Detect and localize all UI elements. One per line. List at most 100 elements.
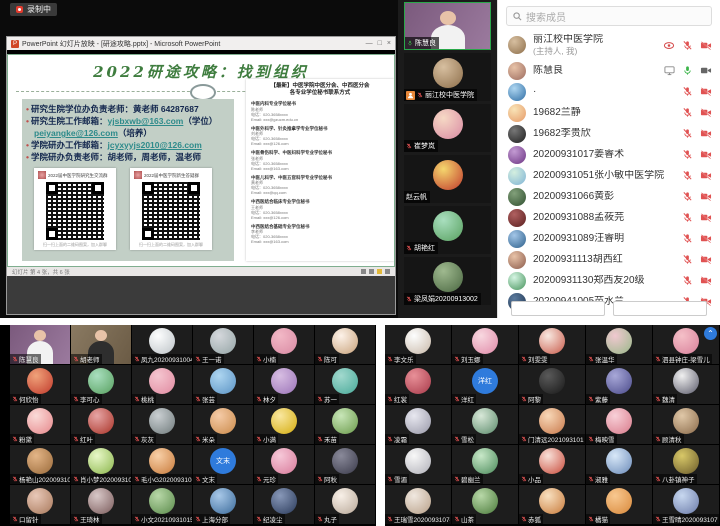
gallery-tile[interactable]: 雪松 <box>452 405 518 444</box>
strip-video-tile[interactable]: 崔梦岚 <box>404 104 491 152</box>
strip-video-tile[interactable]: 梁凤娟20200913002 <box>404 257 491 305</box>
strip-video-tile[interactable]: 赵云帆 <box>404 155 491 203</box>
close-icon[interactable]: × <box>387 40 391 47</box>
participant-row[interactable]: 19682兰静 <box>498 102 720 123</box>
chevron-up-icon[interactable]: ⌃ <box>704 327 717 340</box>
gallery-tile[interactable]: 上海分部 <box>193 485 253 524</box>
gallery-tile[interactable]: 刘玉娜 <box>452 325 518 364</box>
mute-all-button[interactable] <box>511 301 605 316</box>
participant-row-icons <box>682 275 712 286</box>
gallery-tile[interactable]: 毛小G20200931034 <box>132 445 192 484</box>
gallery-tile[interactable]: 凌霜 <box>385 405 451 444</box>
gallery-tile[interactable]: 凤九20200931004 <box>132 325 192 364</box>
zoom-control-icon[interactable] <box>385 269 390 274</box>
gallery-tile[interactable]: 米朵 <box>193 405 253 444</box>
gallery-tile[interactable]: 肖小梦20200931070 <box>71 445 131 484</box>
participant-avatar <box>539 408 565 434</box>
gallery-tile[interactable]: 丸子 <box>315 485 375 524</box>
gallery-tile[interactable]: 雪湄 <box>385 445 451 484</box>
gallery-tile[interactable]: 阿黎 <box>519 365 585 404</box>
gallery-tile[interactable]: 红裳 <box>385 365 451 404</box>
more-actions-button[interactable] <box>613 301 707 316</box>
gallery-tile[interactable]: 小品 <box>519 445 585 484</box>
sorter-view-icon[interactable] <box>369 269 374 274</box>
participant-row[interactable]: · <box>498 81 720 102</box>
gallery-tile[interactable]: 王一诺 <box>193 325 253 364</box>
gallery-tile[interactable]: 禾苗 <box>315 405 375 444</box>
gallery-tile[interactable]: 文末文末 <box>193 445 253 484</box>
gallery-tile[interactable]: 张温华 <box>586 325 652 364</box>
participant-name: 粉黛 <box>19 434 32 444</box>
participant-row[interactable]: 20200931051张小敏中医学院 <box>498 165 720 186</box>
email-link[interactable]: peiyangke@126.com <box>34 128 118 138</box>
participant-row[interactable]: 陈慧良 <box>498 60 720 81</box>
slideshow-view-icon[interactable] <box>377 269 382 274</box>
gallery-tile[interactable]: 紫藤 <box>586 365 652 404</box>
gallery-tile[interactable]: 胡老师 <box>71 325 131 364</box>
gallery-tile[interactable]: 赤狐 <box>519 485 585 524</box>
search-input[interactable]: 搜索成员 <box>506 6 712 26</box>
gallery-tile[interactable]: 何欣怡 <box>10 365 70 404</box>
gallery-tile[interactable]: 梅映雪 <box>586 405 652 444</box>
participant-row[interactable]: 20200931066黄彭 <box>498 186 720 207</box>
gallery-tile[interactable]: 魏清 <box>653 365 719 404</box>
gallery-tile[interactable]: 苏一 <box>315 365 375 404</box>
gallery-tile[interactable]: 林夕 <box>254 365 314 404</box>
gallery-tile[interactable]: 粉黛 <box>10 405 70 444</box>
maximize-icon[interactable]: □ <box>378 40 382 47</box>
minimize-icon[interactable]: — <box>366 40 373 47</box>
person-head <box>95 330 107 341</box>
gallery-tile[interactable]: 李文乐 <box>385 325 451 364</box>
gallery-tile[interactable]: 顾清秋 <box>653 405 719 444</box>
participant-name: 顾清秋 <box>662 434 682 444</box>
participant-row[interactable]: 20200931130郑西友20级 <box>498 270 720 291</box>
gallery-tile[interactable]: 刘雯雯 <box>519 325 585 364</box>
gallery-tile[interactable]: 杨艳山20200931022 <box>10 445 70 484</box>
participant-name: 陈慧良 <box>415 38 436 48</box>
gallery-tile[interactable]: 李可心 <box>71 365 131 404</box>
gallery-tile[interactable]: 小文20210931015 <box>132 485 192 524</box>
participant-row[interactable]: 20200931017姜睿术 <box>498 144 720 165</box>
gallery-tile[interactable]: 陈可 <box>315 325 375 364</box>
gallery-tile[interactable]: 张芸 <box>193 365 253 404</box>
gallery-tile[interactable]: 小满 <box>254 405 314 444</box>
participant-row[interactable]: 20200931088孟莜芫 <box>498 207 720 228</box>
gallery-tile[interactable]: 小楠 <box>254 325 314 364</box>
email-link[interactable]: jcyxyyjs2010@126.com <box>108 140 202 150</box>
participant-name: 橘猫 <box>595 514 608 524</box>
gallery-tile[interactable]: 阿秋 <box>315 445 375 484</box>
gallery-tile[interactable]: 口留针 <box>10 485 70 524</box>
gallery-tile[interactable]: 红叶 <box>71 405 131 444</box>
participant-nametag: 李可心 <box>71 394 102 404</box>
gallery-tile[interactable]: 碧幽兰 <box>452 445 518 484</box>
gallery-tile[interactable]: 山茶 <box>452 485 518 524</box>
gallery-tile[interactable]: 王雪晴20200931079 <box>653 485 719 524</box>
gallery-tile[interactable]: 洋红洋红 <box>452 365 518 404</box>
participant-nametag: 刘雯雯 <box>519 354 550 364</box>
email-link[interactable]: yjsbxwb@163.com <box>108 116 184 126</box>
strip-video-tile[interactable]: 丽江校中医学院 <box>404 53 491 101</box>
gallery-tile[interactable]: 八卦镇神子 <box>653 445 719 484</box>
gallery-tile[interactable]: 门清远20210931015 <box>519 405 585 444</box>
gallery-tile[interactable]: 淑雅 <box>586 445 652 484</box>
statusbar-view-controls[interactable] <box>361 269 390 274</box>
gallery-tile[interactable]: 灰灰 <box>132 405 192 444</box>
participant-name: 胡老师 <box>80 354 100 364</box>
gallery-tile[interactable]: 元珍 <box>254 445 314 484</box>
mic-off-icon <box>73 516 79 523</box>
participant-row[interactable]: 20200931089汪睿明 <box>498 228 720 249</box>
participant-avatar <box>606 488 632 514</box>
mic-off-icon <box>134 356 140 363</box>
strip-video-tile[interactable]: 陈慧良 <box>404 2 491 50</box>
gallery-tile[interactable]: 纪凌尘 <box>254 485 314 524</box>
participant-row[interactable]: 20200931113胡西红 <box>498 249 720 270</box>
gallery-tile[interactable]: 陈慧良 <box>10 325 70 364</box>
gallery-tile[interactable]: 桃桃 <box>132 365 192 404</box>
gallery-tile[interactable]: 橘猫 <box>586 485 652 524</box>
participant-row[interactable]: 19682李贵欣 <box>498 123 720 144</box>
normal-view-icon[interactable] <box>361 269 366 274</box>
participant-row[interactable]: 丽江校中医学院(主持人, 我) <box>498 30 720 60</box>
gallery-tile[interactable]: 王瑞雪20200931074 <box>385 485 451 524</box>
gallery-tile[interactable]: 王琦林 <box>71 485 131 524</box>
strip-video-tile[interactable]: 胡艳红 <box>404 206 491 254</box>
